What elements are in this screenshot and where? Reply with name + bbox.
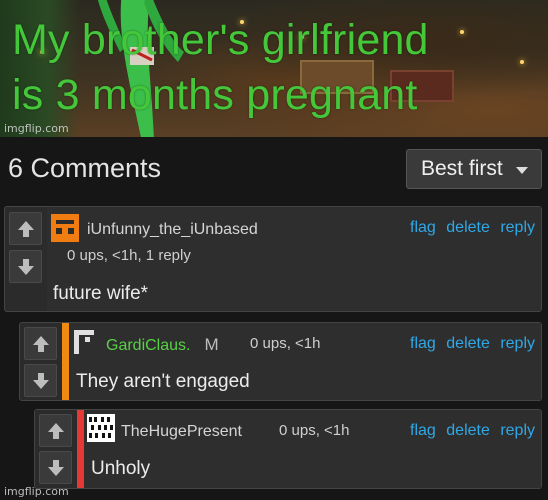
comment-text: future wife* [53, 283, 149, 304]
arrow-up-icon [17, 220, 34, 237]
delete-link[interactable]: delete [446, 219, 490, 236]
meme-caption-line1: My brother's girlfriend [12, 16, 429, 64]
comment-username-text[interactable]: GardiClaus. [106, 337, 190, 354]
vote-column [35, 410, 77, 488]
comment-actions: flag delete reply [406, 422, 535, 440]
meme-caption-line2: is 3 months pregnant [12, 71, 418, 119]
delete-link[interactable]: delete [446, 335, 490, 352]
comment-accent-bar [77, 410, 84, 488]
downvote-button[interactable] [39, 451, 72, 484]
arrow-down-icon [32, 372, 49, 389]
upvote-button[interactable] [24, 327, 57, 360]
comment-meta: 0 ups, <1h [250, 335, 321, 352]
downvote-button[interactable] [24, 364, 57, 397]
comment-meta: 0 ups, <1h, 1 reply [67, 247, 191, 264]
flag-link[interactable]: flag [410, 219, 436, 236]
meme-watermark: imgflip.com [4, 122, 69, 135]
arrow-up-icon [32, 335, 49, 352]
comment-username[interactable]: TheHugePresent [121, 423, 242, 441]
flag-link[interactable]: flag [410, 422, 436, 439]
arrow-down-icon [17, 258, 34, 275]
upvote-button[interactable] [39, 414, 72, 447]
reply-link[interactable]: reply [500, 422, 535, 439]
comment: GardiClaus. M 0 ups, <1h flag delete repl… [19, 322, 542, 401]
comment: TheHugePresent 0 ups, <1h flag delete re… [34, 409, 542, 489]
comment-accent-bar [62, 323, 69, 400]
comment-actions: flag delete reply [406, 335, 535, 353]
arrow-down-icon [47, 459, 64, 476]
upvote-button[interactable] [9, 212, 42, 245]
user-avatar[interactable] [87, 414, 115, 442]
user-avatar[interactable] [72, 328, 100, 356]
mod-badge: M [204, 335, 219, 354]
comment-username[interactable]: iUnfunny_the_iUnbased [87, 221, 258, 239]
comment-text: They aren't engaged [76, 371, 250, 392]
comment-text: Unholy [91, 458, 151, 479]
vote-column [20, 323, 62, 400]
reply-link[interactable]: reply [500, 219, 535, 236]
downvote-button[interactable] [9, 250, 42, 283]
comment-content: TheHugePresent 0 ups, <1h flag delete re… [77, 410, 541, 488]
footer-watermark: imgflip.com [4, 485, 69, 498]
sort-dropdown[interactable]: Best first [406, 149, 542, 189]
chevron-down-icon [516, 167, 528, 174]
comment-meta: 0 ups, <1h [279, 422, 350, 439]
comment-username: GardiClaus. M [106, 335, 219, 355]
comment: iUnfunny_the_iUnbased 0 ups, <1h, 1 repl… [4, 206, 542, 312]
comment-actions: flag delete reply [406, 219, 535, 237]
delete-link[interactable]: delete [446, 422, 490, 439]
arrow-up-icon [47, 422, 64, 439]
user-avatar[interactable] [51, 214, 79, 242]
comments-count: 6 Comments [8, 153, 162, 183]
vote-column [5, 207, 47, 311]
meme-image: My brother's girlfriend is 3 months preg… [0, 0, 548, 137]
comment-content: iUnfunny_the_iUnbased 0 ups, <1h, 1 repl… [47, 207, 541, 311]
flag-link[interactable]: flag [410, 335, 436, 352]
sort-dropdown-value: Best first [421, 157, 503, 180]
comment-content: GardiClaus. M 0 ups, <1h flag delete repl… [62, 323, 541, 400]
reply-link[interactable]: reply [500, 335, 535, 352]
